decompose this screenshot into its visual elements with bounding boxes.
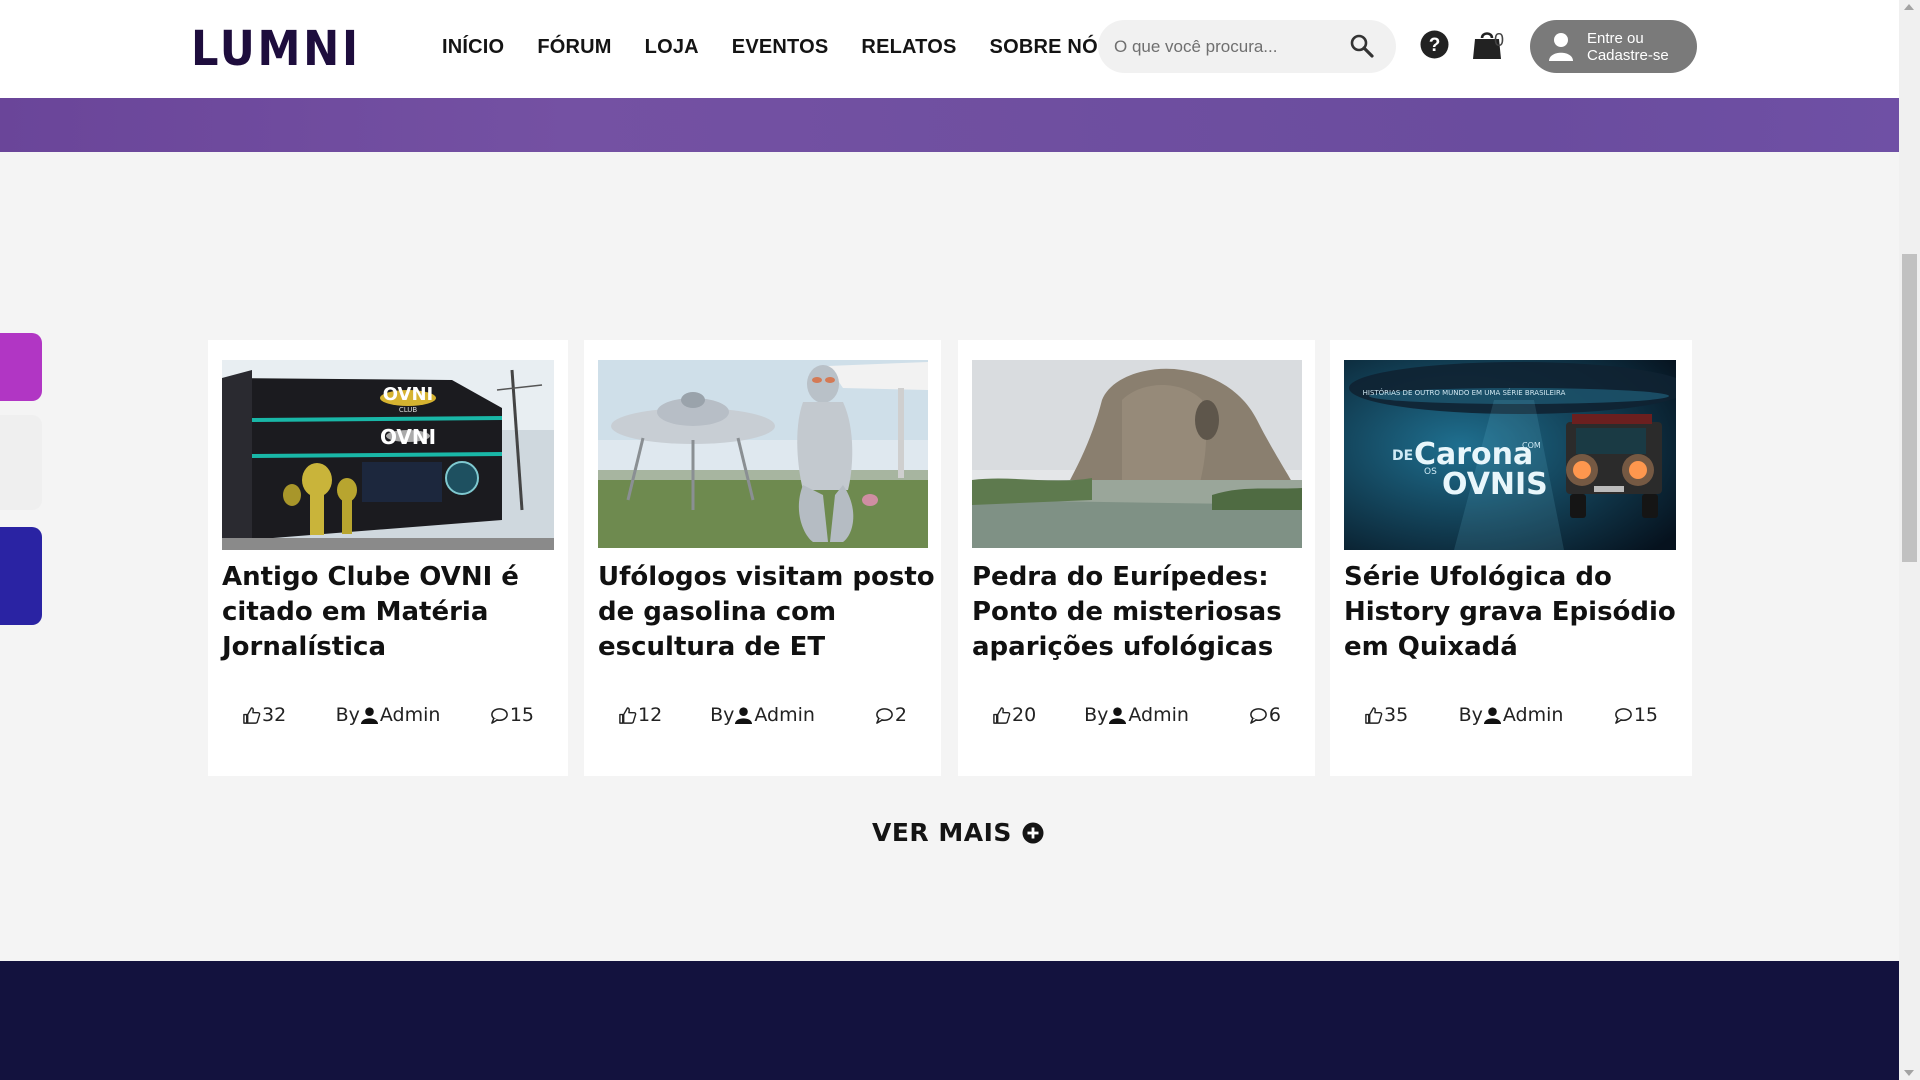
- plus-circle-icon: [1022, 822, 1044, 843]
- login-button[interactable]: Entre ou Cadastre-se: [1530, 20, 1697, 73]
- nav-item-forum[interactable]: FÓRUM: [537, 36, 611, 59]
- main-nav: INÍCIO FÓRUM LOJA EVENTOS RELATOS SOBRE …: [442, 36, 1144, 59]
- sign-ovni-top: OVNI: [383, 384, 434, 405]
- poster-title-de: DE: [1392, 448, 1413, 464]
- nav-item-relatos[interactable]: RELATOS: [861, 36, 956, 59]
- author-name: Admin: [1128, 704, 1189, 726]
- comments-count: 2: [894, 704, 907, 726]
- card-title[interactable]: Pedra do Eurípedes: Ponto de misteriosas…: [972, 560, 1310, 665]
- card-title[interactable]: Série Ufológica do History grava Episódi…: [1344, 560, 1682, 665]
- author-name: Admin: [379, 704, 441, 726]
- nav-item-sobre-nos[interactable]: SOBRE NÓS: [990, 36, 1112, 59]
- page-scrollbar[interactable]: [1899, 0, 1920, 1080]
- user-icon: [1483, 706, 1501, 724]
- author-name: Admin: [754, 704, 815, 726]
- news-card[interactable]: Pedra do Eurípedes: Ponto de misteriosas…: [958, 340, 1315, 776]
- card-meta: 12 By Admin 2: [598, 702, 927, 732]
- card-meta: 32 By Admin 15: [222, 702, 554, 732]
- ver-mais-button[interactable]: VER MAIS: [872, 818, 1044, 847]
- card-title[interactable]: Antigo Clube OVNI é citado em Matéria Jo…: [222, 560, 560, 665]
- news-cards: OVNI CLUB OVNI Antigo Clube OVNI é citad…: [208, 340, 1692, 776]
- comments[interactable]: 15: [490, 704, 534, 726]
- comments-count: 6: [1268, 704, 1281, 726]
- card-image-pedra-euripedes[interactable]: [972, 360, 1302, 548]
- site-footer: [0, 961, 1899, 1080]
- scroll-down-arrow-icon[interactable]: [1904, 1070, 1914, 1076]
- sign-club: CLUB: [399, 406, 418, 414]
- nav-item-eventos[interactable]: EVENTOS: [732, 36, 829, 59]
- logo-wordmark: LUMNI: [191, 21, 361, 77]
- scroll-up-arrow-icon[interactable]: [1904, 4, 1914, 10]
- card-meta: 20 By Admin 6: [972, 702, 1301, 732]
- by-label: By: [710, 704, 735, 726]
- help-icon[interactable]: ?: [1420, 30, 1449, 59]
- card-image-club-ovni[interactable]: OVNI CLUB OVNI: [222, 360, 554, 550]
- ver-mais-label: VER MAIS: [872, 818, 1012, 847]
- comment-icon: [1614, 707, 1632, 724]
- comments-count: 15: [509, 704, 534, 726]
- nav-item-loja[interactable]: LOJA: [645, 36, 699, 59]
- sign-ovni-main: OVNI: [380, 425, 436, 449]
- side-tab-magenta[interactable]: [0, 333, 42, 401]
- news-card[interactable]: OVNI CLUB OVNI Antigo Clube OVNI é citad…: [208, 340, 568, 776]
- site-header: LUMNI INÍCIO FÓRUM LOJA EVENTOS RELATOS …: [0, 0, 1899, 98]
- nav-item-inicio[interactable]: INÍCIO: [442, 36, 504, 59]
- comments-count: 15: [1633, 704, 1658, 726]
- search-icon[interactable]: [1348, 32, 1376, 60]
- poster-title-os: OS: [1424, 467, 1437, 477]
- author-name: Admin: [1502, 704, 1564, 726]
- comments[interactable]: 2: [875, 704, 907, 726]
- card-image-de-carona-com-os-ovnis[interactable]: HISTÓRIAS DE OUTRO MUNDO EM UMA SÉRIE BR…: [1344, 360, 1676, 550]
- site-logo[interactable]: LUMNI: [185, 23, 377, 75]
- side-tab-light[interactable]: [0, 415, 42, 510]
- by-label: By: [335, 704, 360, 726]
- news-card[interactable]: HISTÓRIAS DE OUTRO MUNDO EM UMA SÉRIE BR…: [1330, 340, 1692, 776]
- comment-icon: [1250, 707, 1267, 724]
- news-card[interactable]: Ufólogos visitam posto de gasolina com e…: [584, 340, 941, 776]
- comments[interactable]: 6: [1249, 704, 1281, 726]
- purple-banner: [0, 98, 1899, 152]
- comments[interactable]: 15: [1614, 704, 1658, 726]
- cart-count: 0: [1494, 30, 1505, 50]
- poster-title-com: COM: [1522, 441, 1541, 450]
- user-icon: [1109, 706, 1127, 724]
- card-meta: 35 By Admin 15: [1344, 702, 1678, 732]
- poster-caption: HISTÓRIAS DE OUTRO MUNDO EM UMA SÉRIE BR…: [1363, 388, 1566, 397]
- poster-title-ovnis: OVNIS: [1442, 467, 1548, 502]
- card-image-et-sculpture[interactable]: [598, 360, 928, 548]
- side-tab-blue[interactable]: [0, 527, 42, 625]
- scroll-thumb[interactable]: [1902, 254, 1917, 562]
- user-icon: [1549, 33, 1573, 61]
- search-input[interactable]: [1114, 34, 1344, 60]
- comment-icon: [490, 707, 508, 724]
- search-box: [1098, 20, 1396, 73]
- by-label: By: [1458, 704, 1483, 726]
- comment-icon: [876, 707, 893, 724]
- by-label: By: [1084, 704, 1109, 726]
- svg-text:?: ?: [1429, 35, 1441, 56]
- user-icon: [735, 706, 753, 724]
- card-title[interactable]: Ufólogos visitam posto de gasolina com e…: [598, 560, 936, 665]
- login-label: Entre ou Cadastre-se: [1587, 30, 1669, 64]
- user-icon: [360, 706, 378, 724]
